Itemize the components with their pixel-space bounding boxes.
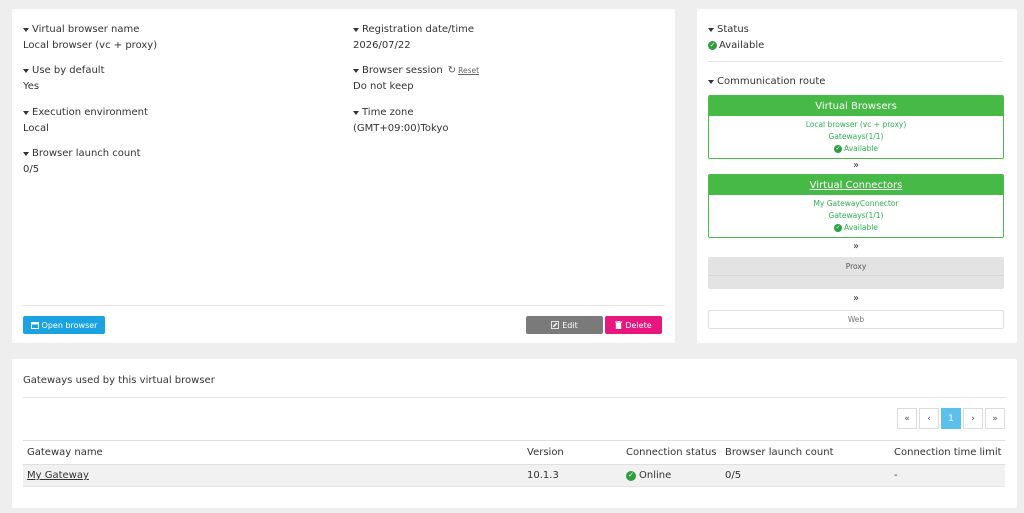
proxy-box: Proxy: [708, 257, 1004, 289]
status-label: Status: [717, 24, 749, 35]
virtual-browser-name: Local browser (vc + proxy): [805, 120, 907, 129]
footer-divider: [22, 305, 665, 306]
virtual-browser-status: ✓ Available: [709, 143, 1003, 155]
delete-label: Delete: [625, 320, 652, 330]
field-label: Browser session: [362, 65, 443, 76]
reset-link[interactable]: Reset: [458, 66, 479, 75]
check-circle-icon: ✓: [834, 224, 843, 232]
caret-down-icon: [23, 110, 29, 115]
page-1-button[interactable]: 1: [941, 408, 961, 429]
status-value: ✓ Available: [708, 40, 764, 51]
field-value: Local: [23, 123, 49, 134]
refresh-icon[interactable]: ↻: [448, 65, 456, 76]
field-execution-environment: Execution environment Local: [23, 107, 148, 134]
field-value: 2026/07/22: [353, 40, 411, 51]
gateway-status: ✓ Online: [626, 470, 721, 481]
field-browser-launch-count: Browser launch count 0/5: [23, 148, 141, 175]
virtual-connector-gateways: Gateways(1/1): [828, 211, 884, 220]
column-connection-time-limit: Connection time limit: [890, 440, 1005, 465]
gateway-version: 10.1.3: [523, 464, 622, 487]
field-registration-datetime: Registration date/time 2026/07/22: [353, 24, 474, 51]
gateway-name-link[interactable]: My Gateway: [27, 470, 89, 481]
edit-button[interactable]: Edit: [526, 316, 603, 334]
virtual-connectors-link[interactable]: Virtual Connectors: [709, 175, 1003, 195]
caret-down-icon: [353, 27, 359, 32]
field-label: Execution environment: [32, 107, 148, 118]
field-communication-route: Communication route: [708, 76, 825, 87]
field-virtual-browser-name: Virtual browser name Local browser (vc +…: [23, 24, 157, 51]
status-text: Available: [719, 40, 765, 51]
field-value: 0/5: [23, 164, 40, 175]
virtual-connectors-box: Virtual Connectors My GatewayConnector G…: [708, 174, 1004, 238]
next-page-button[interactable]: ›: [963, 408, 983, 429]
virtual-browser-details-card: Virtual browser name Local browser (vc +…: [12, 9, 675, 343]
gateways-table: Gateway name Version Connection status B…: [23, 440, 1005, 487]
communication-route-card: Status ✓ Available Communication route V…: [697, 9, 1017, 343]
caret-down-icon: [708, 27, 714, 32]
gateways-title: Gateways used by this virtual browser: [23, 375, 215, 386]
pagination: « ‹ 1 › »: [897, 408, 1005, 429]
caret-down-icon: [353, 68, 359, 73]
column-browser-launch-count: Browser launch count: [721, 440, 890, 465]
open-browser-label: Open browser: [41, 320, 98, 330]
field-label: Browser launch count: [32, 148, 141, 159]
open-browser-button[interactable]: Open browser: [23, 316, 105, 334]
check-circle-icon: ✓: [626, 470, 636, 481]
table-header-row: Gateway name Version Connection status B…: [23, 440, 1005, 465]
gateway-time-limit: -: [890, 464, 1005, 487]
virtual-connector-status: ✓ Available: [709, 222, 1003, 234]
gateways-card: Gateways used by this virtual browser « …: [12, 359, 1017, 508]
field-value: Yes: [23, 81, 40, 92]
field-value: Local browser (vc + proxy): [23, 40, 158, 51]
field-use-by-default: Use by default Yes: [23, 65, 105, 92]
route-divider: [708, 61, 1003, 62]
proxy-label: Proxy: [708, 257, 1004, 276]
delete-button[interactable]: Delete: [605, 316, 662, 334]
column-connection-status: Connection status: [622, 440, 721, 465]
virtual-browsers-title: Virtual Browsers: [709, 96, 1003, 116]
pencil-icon: [551, 321, 560, 329]
table-row: My Gateway 10.1.3 ✓ Online 0/5 -: [23, 464, 1005, 487]
virtual-browser-gateways: Gateways(1/1): [828, 132, 884, 141]
double-chevron-down-icon: »: [852, 160, 860, 171]
gateway-launch-count: 0/5: [721, 464, 890, 487]
field-browser-session: Browser session ↻ Reset Do not keep: [353, 65, 479, 92]
virtual-browsers-box: Virtual Browsers Local browser (vc + pro…: [708, 95, 1004, 159]
check-circle-icon: ✓: [834, 145, 843, 153]
window-icon: [30, 321, 39, 329]
caret-down-icon: [23, 27, 29, 32]
column-gateway-name: Gateway name: [23, 440, 523, 465]
edit-label: Edit: [562, 320, 578, 330]
field-label: Virtual browser name: [32, 24, 140, 35]
virtual-connector-status-text: Available: [844, 223, 878, 232]
last-page-button[interactable]: »: [985, 408, 1005, 429]
virtual-browser-status-text: Available: [844, 144, 878, 153]
double-chevron-down-icon: »: [852, 293, 860, 304]
caret-down-icon: [23, 68, 29, 73]
field-value: (GMT+09:00)Tokyo: [353, 123, 449, 134]
gateways-divider: [23, 397, 1006, 398]
communication-route-label: Communication route: [717, 76, 826, 87]
field-label: Registration date/time: [362, 24, 474, 35]
column-version: Version: [523, 440, 622, 465]
field-label: Use by default: [32, 65, 105, 76]
prev-page-button[interactable]: ‹: [919, 408, 939, 429]
web-box: Web: [708, 310, 1004, 329]
caret-down-icon: [23, 151, 29, 156]
caret-down-icon: [708, 79, 714, 84]
first-page-button[interactable]: «: [897, 408, 917, 429]
field-label: Time zone: [362, 107, 414, 118]
caret-down-icon: [353, 110, 359, 115]
field-value: Do not keep: [353, 81, 414, 92]
gateway-status-text: Online: [639, 470, 672, 481]
field-status: Status ✓ Available: [708, 24, 764, 51]
double-chevron-down-icon: »: [852, 241, 860, 252]
field-time-zone: Time zone (GMT+09:00)Tokyo: [353, 107, 448, 134]
trash-icon: [615, 321, 623, 329]
virtual-connector-name: My GatewayConnector: [813, 199, 899, 208]
check-circle-icon: ✓: [708, 41, 717, 50]
